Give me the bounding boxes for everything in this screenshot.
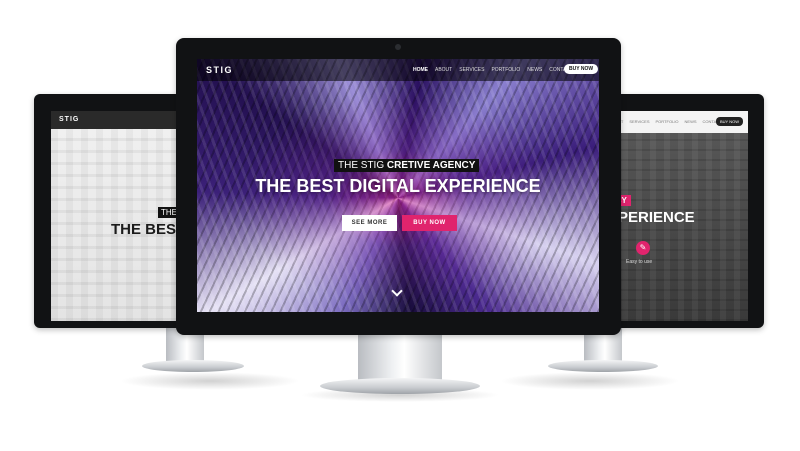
menu-item-home[interactable]: HOME [413,67,428,73]
menu-item-news[interactable]: NEWS [527,67,542,73]
center-site-logo[interactable]: STIG [206,65,233,75]
hero-headline: THE BEST DIGITAL EXPERIENCE [255,176,541,196]
right-site-menu: UT SERVICES PORTFOLIO NEWS CONTACT [618,119,722,124]
see-more-button[interactable]: SEE MORE [342,215,397,231]
center-monitor-base [320,378,480,394]
left-monitor-base [142,360,244,372]
right-menu-item[interactable]: NEWS [685,119,697,124]
hero-tagline: THE STIG CRETIVE AGENCY [334,159,480,172]
hero-tagline-bold: CRETIVE AGENCY [386,160,476,171]
right-menu-item[interactable]: SERVICES [629,119,649,124]
pencil-icon: ✎ [636,241,650,255]
right-monitor-base [548,360,658,372]
floor-shadow [120,372,300,390]
center-monitor: STIG HOME ABOUT SERVICES PORTFOLIO NEWS … [176,38,621,335]
menu-item-services[interactable]: SERVICES [459,67,484,73]
right-site-headline: XPERIENCE [608,209,695,226]
mockup-stage: STIG THE THE BEST D UT SERVICES PORTFOLI… [0,0,800,451]
hero-tagline-plain: THE STIG [338,160,387,171]
center-site-menu: HOME ABOUT SERVICES PORTFOLIO NEWS CONTA… [413,67,573,73]
right-buy-now-button[interactable]: BUY NOW [716,117,744,126]
menu-item-portfolio[interactable]: PORTFOLIO [491,67,520,73]
webcam-icon [395,44,401,50]
center-monitor-stand [358,334,442,384]
right-menu-item[interactable]: PORTFOLIO [656,119,679,124]
chevron-down-icon[interactable] [391,285,403,297]
left-site-logo[interactable]: STIG [59,116,79,123]
floor-shadow [500,372,680,390]
center-site-navbar: STIG HOME ABOUT SERVICES PORTFOLIO NEWS … [197,59,599,81]
nav-buy-now-button[interactable]: BUY NOW [564,64,599,74]
right-feature-caption: Easy to use [626,259,653,265]
menu-item-about[interactable]: ABOUT [435,67,452,73]
center-monitor-screen: STIG HOME ABOUT SERVICES PORTFOLIO NEWS … [197,59,599,312]
hero-buy-now-button[interactable]: BUY NOW [402,215,457,231]
